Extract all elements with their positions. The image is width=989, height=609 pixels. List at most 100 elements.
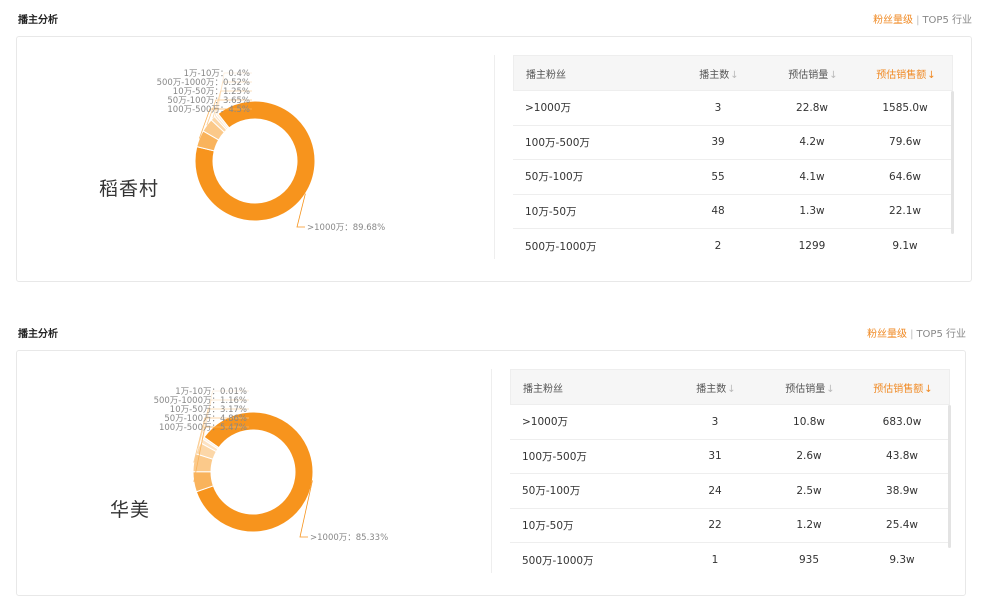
cell-fans: 100万-500万	[522, 450, 587, 463]
sort-down-icon: ↓	[927, 69, 936, 81]
tab-separator: |	[910, 329, 914, 340]
cell-fans: 500万-1000万	[522, 554, 594, 567]
cell-sales: 1585.0w	[882, 101, 928, 114]
brand-name: 华美	[110, 499, 151, 521]
header-streamer-count[interactable]: 播主数↓	[669, 380, 763, 395]
slice-label: >1000万：85.33%	[310, 533, 388, 543]
cell-volume: 1.2w	[796, 519, 822, 532]
table-row: 10万-50万 22 1.2w 25.4w	[510, 509, 950, 543]
section-header: 播主分析 粉丝量级 | TOP5 行业	[18, 11, 978, 27]
cell-count: 2	[714, 240, 722, 253]
cell-sales: 38.9w	[886, 484, 918, 497]
cell-sales: 64.6w	[889, 170, 921, 183]
table-row: 100万-500万 31 2.6w 43.8w	[510, 440, 950, 474]
cell-volume: 1.3w	[799, 205, 825, 218]
cell-sales: 79.6w	[889, 136, 921, 149]
cell-volume: 4.1w	[799, 170, 825, 183]
cell-count: 39	[711, 136, 725, 149]
tab-separator: |	[916, 15, 920, 26]
cell-volume: 1299	[798, 240, 826, 253]
header-est-sales[interactable]: 预估销售额↓	[860, 66, 952, 81]
tab-top5-industry[interactable]: TOP5 行业	[916, 329, 966, 340]
cell-count: 22	[708, 519, 722, 532]
sort-down-icon: ↓	[826, 383, 835, 395]
cell-sales: 25.4w	[886, 519, 918, 532]
cell-sales: 43.8w	[886, 450, 918, 463]
cell-volume: 2.5w	[796, 484, 822, 497]
cell-count: 55	[711, 170, 725, 183]
table-row: 500万-1000万 2 1299 9.1w	[513, 229, 953, 264]
table-scrollbar[interactable]	[948, 405, 951, 548]
cell-fans: 10万-50万	[522, 519, 574, 532]
section-tabs: 粉丝量级 | TOP5 行业	[867, 325, 966, 340]
divider	[491, 369, 492, 573]
section-tabs: 粉丝量级 | TOP5 行业	[873, 11, 972, 26]
slice-label: >1000万：89.68%	[307, 223, 385, 233]
section-title: 播主分析	[18, 329, 58, 340]
table-row: 100万-500万 39 4.2w 79.6w	[513, 126, 953, 160]
cell-count: 3	[711, 415, 719, 428]
analysis-card: >1000万：89.68% 1万-10万：0.4% 500万-1000万：0.52%…	[16, 36, 972, 282]
sort-down-icon: ↓	[924, 383, 933, 395]
tab-fan-level[interactable]: 粉丝量级	[873, 15, 913, 26]
header-est-volume-label: 预估销量	[788, 69, 829, 81]
cell-volume: 22.8w	[796, 101, 828, 114]
fan-distribution-donut-chart: >1000万：85.33%1万-10万：0.01%500万-1000万：1.16…	[154, 387, 389, 543]
header-fans: 播主粉丝	[523, 383, 563, 395]
analysis-card: >1000万：85.33% 1万-10万：0.01% 500万-1000万：1.16…	[16, 350, 966, 596]
brand-name: 稻香村	[99, 178, 160, 200]
fan-level-table: 播主粉丝 播主数↓ 预估销量↓ 预估销售额↓ >1000万 3 22.8w 15…	[513, 55, 954, 264]
table-row: 50万-100万 24 2.5w 38.9w	[510, 474, 950, 509]
header-streamer-count[interactable]: 播主数↓	[672, 66, 766, 81]
header-fans: 播主粉丝	[526, 69, 566, 81]
sort-down-icon: ↓	[727, 383, 736, 395]
donut-chart-area: >1000万：89.68% 1万-10万：0.4% 500万-1000万：0.52%…	[17, 37, 493, 281]
header-est-volume-label: 预估销量	[785, 383, 826, 395]
cell-volume: 2.6w	[796, 450, 822, 463]
cell-count: 24	[708, 484, 722, 497]
cell-count: 3	[714, 101, 722, 114]
header-streamer-count-label: 播主数	[699, 69, 730, 81]
sort-down-icon: ↓	[730, 69, 739, 81]
header-est-volume[interactable]: 预估销量↓	[766, 66, 860, 81]
cell-fans: 50万-100万	[522, 485, 581, 498]
cell-count: 48	[711, 205, 725, 218]
header-est-sales[interactable]: 预估销售额↓	[857, 380, 949, 395]
cell-volume: 4.2w	[799, 136, 825, 149]
section-header: 播主分析 粉丝量级 | TOP5 行业	[18, 325, 978, 341]
cell-fans: 50万-100万	[525, 171, 584, 184]
cell-count: 31	[708, 450, 722, 463]
header-est-sales-label: 预估销售额	[876, 69, 927, 81]
tab-top5-industry[interactable]: TOP5 行业	[922, 15, 972, 26]
header-est-volume[interactable]: 预估销量↓	[763, 380, 857, 395]
cell-count: 1	[711, 554, 719, 567]
table-row: >1000万 3 10.8w 683.0w	[510, 405, 950, 440]
cell-sales: 9.3w	[889, 554, 915, 567]
header-est-sales-label: 预估销售额	[873, 383, 924, 395]
fan-level-table: 播主粉丝 播主数↓ 预估销量↓ 预估销售额↓ >1000万 3 10.8w 68…	[510, 369, 951, 578]
cell-volume: 935	[798, 554, 820, 567]
table-row: 50万-100万 55 4.1w 64.6w	[513, 160, 953, 195]
section-title: 播主分析	[18, 15, 58, 26]
table-row: >1000万 3 22.8w 1585.0w	[513, 91, 953, 126]
slice-label: 100万-500万：5.47%	[159, 423, 247, 433]
cell-fans: 10万-50万	[525, 205, 577, 218]
cell-fans: >1000万	[522, 416, 569, 429]
cell-fans: 500万-1000万	[525, 240, 597, 253]
fan-distribution-donut-chart: >1000万：89.68%1万-10万：0.4%500万-1000万：0.52%…	[157, 69, 386, 233]
sort-down-icon: ↓	[829, 69, 838, 81]
cell-sales: 22.1w	[889, 205, 921, 218]
donut-chart-area: >1000万：85.33% 1万-10万：0.01% 500万-1000万：1.16…	[17, 351, 493, 595]
divider	[494, 55, 495, 259]
table-row: 500万-1000万 1 935 9.3w	[510, 543, 950, 578]
header-streamer-count-label: 播主数	[696, 383, 727, 395]
cell-fans: 100万-500万	[525, 136, 590, 149]
cell-volume: 10.8w	[793, 415, 825, 428]
table-scrollbar[interactable]	[951, 91, 954, 234]
cell-sales: 9.1w	[892, 240, 918, 253]
table-row: 10万-50万 48 1.3w 22.1w	[513, 195, 953, 229]
table-header: 播主粉丝 播主数↓ 预估销量↓ 预估销售额↓	[513, 55, 953, 91]
table-header: 播主粉丝 播主数↓ 预估销量↓ 预估销售额↓	[510, 369, 950, 405]
slice-label: 100万-500万：4.5%	[167, 105, 250, 115]
tab-fan-level[interactable]: 粉丝量级	[867, 329, 907, 340]
